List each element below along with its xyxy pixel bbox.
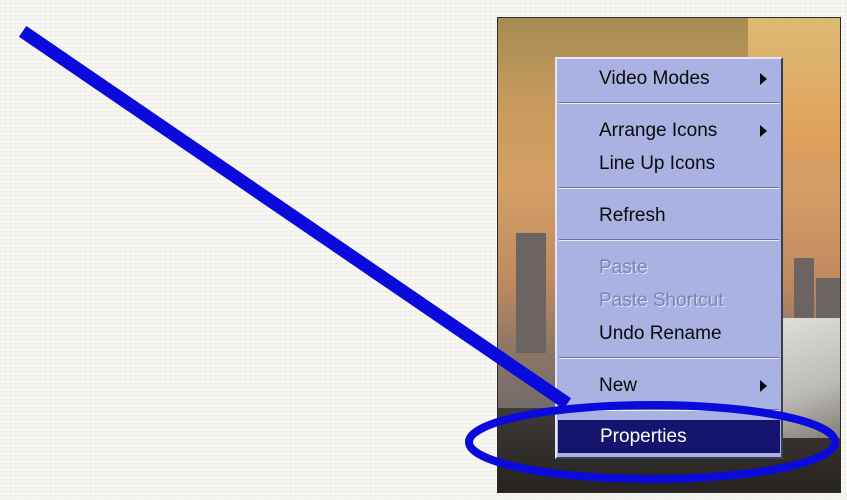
pointer-line bbox=[18, 25, 572, 410]
annotation-overlay bbox=[18, 25, 839, 483]
highlight-ellipse bbox=[465, 401, 839, 483]
